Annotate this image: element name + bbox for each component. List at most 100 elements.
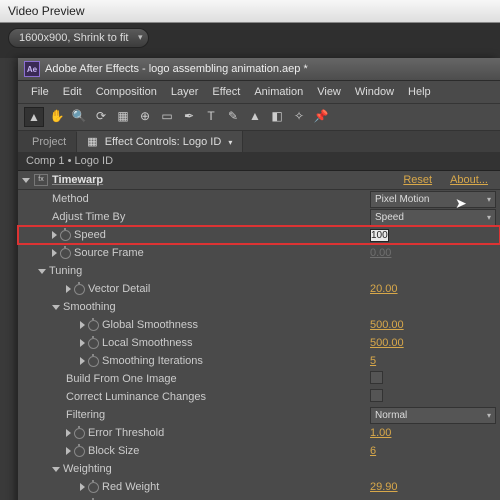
prop-adjust-time-by: Adjust Time By Speed — [18, 208, 500, 226]
rect-tool-icon[interactable]: ▭ — [158, 107, 176, 125]
global-smoothness-stopwatch-icon[interactable] — [88, 320, 99, 331]
filtering-label: Filtering — [66, 409, 105, 421]
panel-tabs: Project ▦ Effect Controls: Logo ID ▾ — [18, 131, 500, 152]
menu-layer[interactable]: Layer — [164, 84, 206, 100]
menu-file[interactable]: File — [24, 84, 56, 100]
menu-window[interactable]: Window — [348, 84, 401, 100]
comp-path: Comp 1 • Logo ID — [18, 152, 500, 171]
fx-enable-toggle[interactable]: fx — [34, 174, 48, 186]
effect-header: fx Timewarp Reset About... — [18, 171, 500, 190]
fx-tab-icon: ▦ — [87, 136, 97, 148]
eraser-tool-icon[interactable]: ◧ — [268, 107, 286, 125]
tab-dropdown-icon[interactable]: ▾ — [228, 138, 232, 147]
camera-tool-icon[interactable]: ▦ — [114, 107, 132, 125]
menu-edit[interactable]: Edit — [56, 84, 89, 100]
resolution-dropdown[interactable]: 1600x900, Shrink to fit — [8, 28, 149, 48]
weighting-label: Weighting — [63, 463, 112, 475]
prop-tuning: Tuning — [18, 262, 500, 280]
menu-effect[interactable]: Effect — [205, 84, 247, 100]
zoom-tool-icon[interactable]: 🔍 — [70, 107, 88, 125]
local-smoothness-value[interactable]: 500.00 — [370, 337, 500, 349]
correct-lum-checkbox[interactable] — [370, 389, 383, 402]
selection-tool-icon[interactable]: ▲ — [24, 107, 44, 127]
hand-tool-icon[interactable]: ✋ — [48, 107, 66, 125]
menu-view[interactable]: View — [310, 84, 348, 100]
block-size-stopwatch-icon[interactable] — [74, 446, 85, 457]
prop-smoothing: Smoothing — [18, 298, 500, 316]
menu-composition[interactable]: Composition — [89, 84, 164, 100]
prop-block-size: Block Size 6 — [18, 442, 500, 460]
type-tool-icon[interactable]: T — [202, 107, 220, 125]
prop-green-weight: Green Weight 58.70 — [18, 496, 500, 500]
effect-name[interactable]: Timewarp — [52, 174, 103, 186]
source-frame-value: 0.00 — [370, 247, 500, 259]
brush-tool-icon[interactable]: ✎ — [224, 107, 242, 125]
menu-help[interactable]: Help — [401, 84, 438, 100]
build-one-label: Build From One Image — [66, 373, 177, 385]
speed-stopwatch-icon[interactable] — [60, 230, 71, 241]
roto-tool-icon[interactable]: ✧ — [290, 107, 308, 125]
method-dropdown[interactable]: Pixel Motion — [370, 191, 496, 208]
weighting-twirl-icon[interactable] — [52, 467, 60, 472]
menu-animation[interactable]: Animation — [247, 84, 310, 100]
adjust-dropdown[interactable]: Speed — [370, 209, 496, 226]
vector-detail-stopwatch-icon[interactable] — [74, 284, 85, 295]
pan-behind-tool-icon[interactable]: ⊕ — [136, 107, 154, 125]
prop-smoothing-iterations: Smoothing Iterations 5 — [18, 352, 500, 370]
red-weight-value[interactable]: 29.90 — [370, 481, 500, 493]
smoothing-iterations-twirl-icon[interactable] — [80, 357, 85, 365]
vector-detail-twirl-icon[interactable] — [66, 285, 71, 293]
smoothing-iterations-label: Smoothing Iterations — [102, 355, 203, 367]
prop-correct-lum: Correct Luminance Changes — [18, 388, 500, 406]
resolution-bar: 1600x900, Shrink to fit — [0, 23, 500, 58]
prop-source-frame: Source Frame 0.00 — [18, 244, 500, 262]
error-threshold-twirl-icon[interactable] — [66, 429, 71, 437]
local-smoothness-stopwatch-icon[interactable] — [88, 338, 99, 349]
speed-input[interactable]: 100 — [370, 229, 389, 242]
filtering-dropdown[interactable]: Normal — [370, 407, 496, 424]
tab-effect-controls[interactable]: ▦ Effect Controls: Logo ID ▾ — [77, 131, 243, 152]
stamp-tool-icon[interactable]: ▲ — [246, 107, 264, 125]
error-threshold-value[interactable]: 1.00 — [370, 427, 500, 439]
smoothing-iterations-stopwatch-icon[interactable] — [88, 356, 99, 367]
smoothing-label: Smoothing — [63, 301, 116, 313]
reset-link[interactable]: Reset — [403, 174, 432, 186]
about-link[interactable]: About... — [450, 174, 488, 186]
puppet-tool-icon[interactable]: 📌 — [312, 107, 330, 125]
tuning-label: Tuning — [49, 265, 82, 277]
block-size-value[interactable]: 6 — [370, 445, 500, 457]
block-size-twirl-icon[interactable] — [66, 447, 71, 455]
red-weight-label: Red Weight — [102, 481, 159, 493]
prop-weighting: Weighting — [18, 460, 500, 478]
red-weight-twirl-icon[interactable] — [80, 483, 85, 491]
global-smoothness-twirl-icon[interactable] — [80, 321, 85, 329]
outer-window-title: Video Preview — [0, 0, 500, 23]
smoothing-iterations-value[interactable]: 5 — [370, 355, 500, 367]
pen-tool-icon[interactable]: ✒ — [180, 107, 198, 125]
method-label: Method — [52, 193, 89, 205]
after-effects-window: Ae Adobe After Effects - logo assembling… — [18, 58, 500, 500]
effect-twirl-icon[interactable] — [22, 178, 30, 183]
menubar: File Edit Composition Layer Effect Anima… — [18, 81, 500, 104]
speed-twirl-icon[interactable] — [52, 231, 57, 239]
prop-filtering: Filtering Normal — [18, 406, 500, 424]
red-weight-stopwatch-icon[interactable] — [88, 482, 99, 493]
effect-properties: Method Pixel Motion Adjust Time By Speed… — [18, 190, 500, 500]
correct-lum-label: Correct Luminance Changes — [66, 391, 206, 403]
smoothing-twirl-icon[interactable] — [52, 305, 60, 310]
tuning-twirl-icon[interactable] — [38, 269, 46, 274]
prop-method: Method Pixel Motion — [18, 190, 500, 208]
app-icon: Ae — [24, 61, 40, 77]
toolbar: ▲ ✋ 🔍 ⟳ ▦ ⊕ ▭ ✒ T ✎ ▲ ◧ ✧ 📌 — [18, 104, 500, 131]
prop-global-smoothness: Global Smoothness 500.00 — [18, 316, 500, 334]
vector-detail-value[interactable]: 20.00 — [370, 283, 500, 295]
prop-local-smoothness: Local Smoothness 500.00 — [18, 334, 500, 352]
global-smoothness-value[interactable]: 500.00 — [370, 319, 500, 331]
error-threshold-stopwatch-icon[interactable] — [74, 428, 85, 439]
build-one-checkbox[interactable] — [370, 371, 383, 384]
adjust-label: Adjust Time By — [52, 211, 125, 223]
rotate-tool-icon[interactable]: ⟳ — [92, 107, 110, 125]
speed-label: Speed — [74, 229, 106, 241]
tab-project[interactable]: Project — [22, 132, 77, 152]
local-smoothness-twirl-icon[interactable] — [80, 339, 85, 347]
